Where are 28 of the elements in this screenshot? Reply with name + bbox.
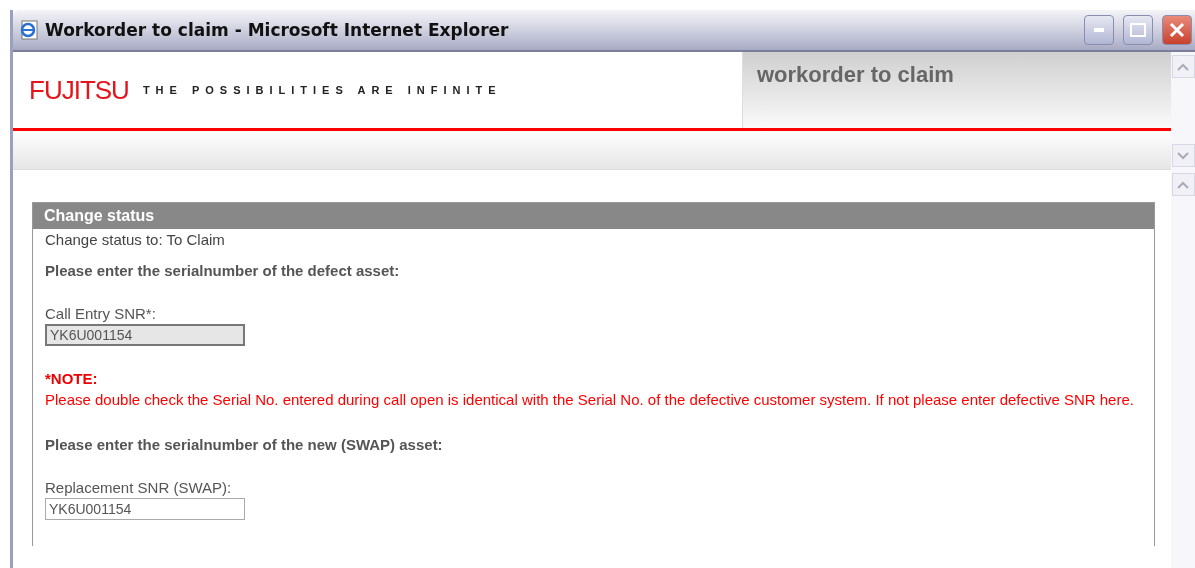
- logo: FUJITSU: [29, 74, 129, 106]
- minimize-icon: [1094, 28, 1104, 32]
- chevron-down-icon: [1177, 151, 1189, 160]
- scrollbar[interactable]: [1171, 52, 1195, 170]
- panel-title: Change status: [33, 203, 1154, 229]
- section-heading: Please enter the serialnumber of the defect asset:: [45, 262, 401, 279]
- status-line: Change status to: To Claim: [45, 231, 226, 248]
- tagline: THE POSSIBILITIES ARE INFINITE: [142, 84, 502, 96]
- maximize-button[interactable]: [1123, 15, 1153, 45]
- browser-icon: [19, 20, 39, 40]
- note-title: *NOTE:: [45, 370, 99, 387]
- section-heading: Please enter the serialnumber of the new (SWAP) asset:: [45, 436, 444, 453]
- note-text: Please double check the Serial No. entered during call open is identical with the Serial No. of the defective customer system. If not please enter defective SNR here.: [45, 390, 1135, 410]
- scroll-down-button[interactable]: [1171, 144, 1195, 167]
- close-icon: [1169, 22, 1185, 38]
- page-title: workorder to claim: [742, 52, 1171, 128]
- maximize-icon: [1130, 23, 1146, 37]
- scrollbar[interactable]: [1171, 170, 1195, 568]
- chevron-up-icon: [1177, 62, 1189, 71]
- window-title: Workorder to claim - Microsoft Internet Explorer: [45, 20, 510, 40]
- scroll-up-button[interactable]: [1171, 55, 1195, 78]
- field-label: Replacement SNR (SWAP):: [45, 479, 233, 496]
- scroll-up-button[interactable]: [1171, 173, 1195, 196]
- close-button[interactable]: [1162, 15, 1192, 45]
- chevron-up-icon: [1177, 180, 1189, 189]
- field-label: Call Entry SNR*:: [45, 305, 157, 322]
- serial-number-field[interactable]: YK6U001154: [45, 498, 245, 520]
- minimize-button[interactable]: [1084, 15, 1114, 45]
